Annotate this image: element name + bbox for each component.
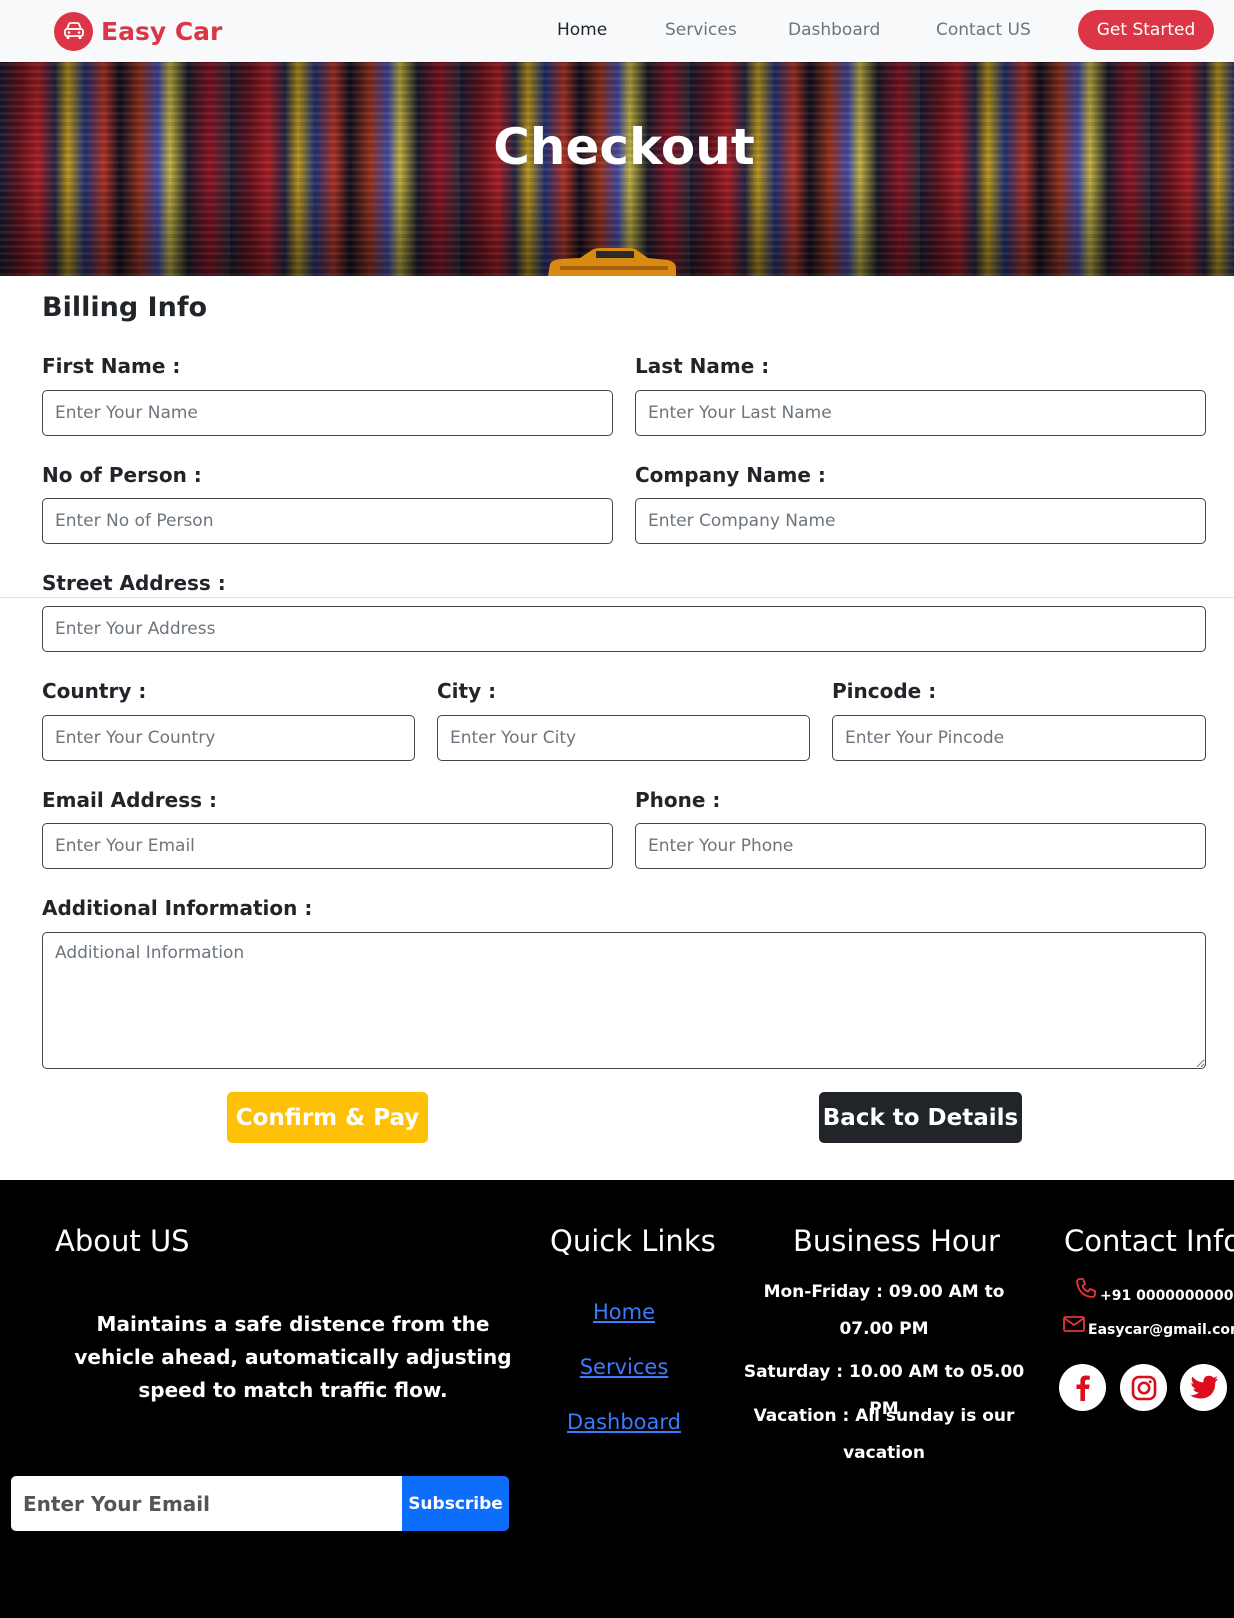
first-name-label: First Name : [42, 354, 181, 378]
country-label: Country : [42, 679, 147, 703]
footer-link-home[interactable]: Home [530, 1300, 718, 1324]
last-name-input[interactable] [635, 390, 1206, 436]
city-input[interactable] [437, 715, 810, 761]
street-input[interactable] [42, 606, 1206, 652]
back-to-details-button[interactable]: Back to Details [819, 1092, 1022, 1143]
first-name-input[interactable] [42, 390, 613, 436]
email-input[interactable] [42, 823, 613, 869]
phone-label: Phone : [635, 788, 721, 812]
hours-weekday: Mon-Friday : 09.00 AM to 07.00 PM [763, 1282, 1005, 1339]
subscribe-email-input[interactable] [11, 1476, 403, 1531]
taxi-image [548, 248, 676, 276]
about-text: Maintains a safe distence from the vehic… [74, 1312, 512, 1402]
footer-link-dashboard[interactable]: Dashboard [530, 1410, 718, 1434]
nav-dashboard[interactable]: Dashboard [788, 20, 880, 40]
contact-email: Easycar@gmail.com [1062, 1314, 1234, 1338]
pincode-label: Pincode : [832, 679, 937, 703]
billing-form: Billing Info First Name : Last Name : No… [0, 276, 1234, 1180]
business-hour-heading: Business Hour [793, 1224, 1000, 1258]
last-name-label: Last Name : [635, 354, 770, 378]
additional-label: Additional Information : [42, 896, 313, 920]
contact-info-heading: Contact Info [1064, 1224, 1234, 1258]
phone-icon [1074, 1276, 1098, 1304]
country-input[interactable] [42, 715, 415, 761]
divider [0, 597, 1234, 598]
get-started-button[interactable]: Get Started [1078, 10, 1214, 50]
nav-contact[interactable]: Contact US [936, 20, 1031, 40]
city-label: City : [437, 679, 497, 703]
brand[interactable]: Easy Car [54, 11, 223, 51]
additional-textarea[interactable] [42, 932, 1206, 1069]
footer-link-services[interactable]: Services [530, 1355, 718, 1379]
company-label: Company Name : [635, 463, 826, 487]
billing-title: Billing Info [42, 292, 208, 323]
nav-services[interactable]: Services [665, 20, 737, 40]
contact-phone: +91 0000000000 [1074, 1276, 1234, 1304]
contact-phone-text: +91 0000000000 [1100, 1288, 1234, 1304]
footer: About US Maintains a safe distence from … [0, 1180, 1234, 1618]
hero-banner: Checkout [0, 62, 1234, 276]
navbar: Easy Car Home Services Dashboard Contact… [0, 0, 1234, 62]
twitter-icon[interactable] [1180, 1364, 1227, 1411]
envelope-icon [1062, 1314, 1086, 1338]
persons-input[interactable] [42, 498, 613, 544]
street-label: Street Address : [42, 571, 226, 595]
contact-email-text: Easycar@gmail.com [1088, 1322, 1234, 1338]
phone-input[interactable] [635, 823, 1206, 869]
subscribe-button[interactable]: Subscribe [402, 1476, 509, 1531]
email-label: Email Address : [42, 788, 217, 812]
pincode-input[interactable] [832, 715, 1206, 761]
hours-vacation: Vacation : All sunday is our vacation [753, 1406, 1015, 1463]
facebook-icon[interactable] [1059, 1364, 1106, 1411]
persons-label: No of Person : [42, 463, 202, 487]
confirm-pay-button[interactable]: Confirm & Pay [227, 1092, 428, 1143]
about-heading: About US [55, 1224, 190, 1258]
brand-name: Easy Car [101, 16, 223, 46]
company-input[interactable] [635, 498, 1206, 544]
quick-links-heading: Quick Links [550, 1224, 716, 1258]
nav-home[interactable]: Home [557, 20, 607, 40]
instagram-icon[interactable] [1120, 1364, 1167, 1411]
page-title: Checkout [493, 118, 755, 176]
car-icon [54, 11, 93, 51]
